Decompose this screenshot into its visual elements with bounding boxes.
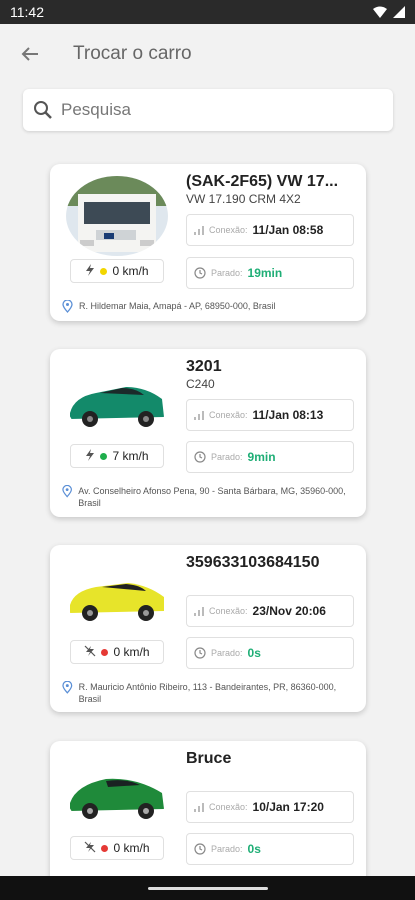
status-dot xyxy=(101,844,109,852)
stopped-info: Parado: 0s xyxy=(186,637,354,669)
home-gesture-bar[interactable] xyxy=(147,886,268,890)
connection-value: 10/Jan 17:20 xyxy=(252,800,324,814)
connection-label: Conexão: xyxy=(209,606,248,616)
vehicle-image xyxy=(66,557,168,637)
signal-bars-icon xyxy=(194,803,204,812)
status-dot xyxy=(100,267,108,275)
stopped-value: 0s xyxy=(247,646,261,660)
speed-value: 0 km/h xyxy=(113,841,150,855)
signal-icon xyxy=(393,6,405,18)
wifi-icon xyxy=(373,6,387,18)
stopped-value: 19min xyxy=(247,266,283,280)
green-porsche-picture xyxy=(66,753,168,833)
connection-value: 11/Jan 08:58 xyxy=(252,223,324,237)
vehicle-image xyxy=(66,176,168,256)
back-button[interactable] xyxy=(10,34,50,74)
signal-bars-icon xyxy=(194,607,204,616)
search-input[interactable] xyxy=(61,100,351,120)
signal-bars-icon xyxy=(194,226,204,235)
stopped-info: Parado: 0s xyxy=(186,833,354,865)
stopped-value: 0s xyxy=(247,842,261,856)
status-dot xyxy=(100,452,108,460)
stopped-info: Parado: 9min xyxy=(186,441,354,473)
speed-indicator: 7 km/h xyxy=(70,444,164,468)
status-icons xyxy=(373,6,405,18)
clock-icon xyxy=(194,843,206,855)
address-text: R. Mauricio Antônio Ribeiro, 113 - Bande… xyxy=(78,682,337,704)
connection-info: Conexão: 23/Nov 20:06 xyxy=(186,595,354,627)
address-text: R. Hildemar Maia, Amapá - AP, 68950-000,… xyxy=(79,301,276,311)
speed-indicator: 0 km/h xyxy=(70,640,164,664)
green-sedan-picture xyxy=(66,361,168,441)
connection-info: Conexão: 11/Jan 08:58 xyxy=(186,214,354,246)
signal-bars-icon xyxy=(194,411,204,420)
address: R. Mauricio Antônio Ribeiro, 113 - Bande… xyxy=(62,681,352,705)
location-pin-icon xyxy=(62,300,73,313)
system-nav-bar xyxy=(0,876,415,900)
stopped-label: Parado: xyxy=(211,648,243,658)
stopped-info: Parado: 19min xyxy=(186,257,354,289)
vehicle-name: 359633103684150 xyxy=(186,554,320,571)
stopped-label: Parado: xyxy=(211,452,243,462)
connection-info: Conexão: 11/Jan 08:13 xyxy=(186,399,354,431)
search-icon xyxy=(34,101,52,119)
speed-indicator: 0 km/h xyxy=(70,836,164,860)
status-dot xyxy=(101,648,109,656)
status-time: 11:42 xyxy=(10,4,44,20)
connection-value: 11/Jan 08:13 xyxy=(252,408,324,422)
connection-value: 23/Nov 20:06 xyxy=(252,604,326,618)
vehicle-name: (SAK-2F65) VW 17... xyxy=(186,173,339,190)
ignition-icon xyxy=(84,841,96,856)
vehicle-card[interactable]: 0 km/h 359633103684150 Conexão: 23/Nov 2… xyxy=(50,545,366,712)
clock-icon xyxy=(194,451,206,463)
address: R. Hildemar Maia, Amapá - AP, 68950-000,… xyxy=(62,300,352,313)
ignition-icon xyxy=(85,448,95,464)
speed-value: 0 km/h xyxy=(113,645,150,659)
truck-picture xyxy=(66,176,168,256)
clock-icon xyxy=(194,267,206,279)
page-title: Trocar o carro xyxy=(73,43,192,64)
connection-label: Conexão: xyxy=(209,802,248,812)
stopped-value: 9min xyxy=(247,450,276,464)
speed-indicator: 0 km/h xyxy=(70,259,164,283)
clock-icon xyxy=(194,647,206,659)
vehicle-name: 3201 xyxy=(186,358,222,375)
vehicle-name: Bruce xyxy=(186,750,232,767)
vehicle-model: C240 xyxy=(186,377,215,391)
vehicle-image xyxy=(66,361,168,441)
vehicle-card[interactable]: 0 km/h (SAK-2F65) VW 17... VW 17.190 CRM… xyxy=(50,164,366,321)
connection-label: Conexão: xyxy=(209,225,248,235)
vehicle-model: VW 17.190 CRM 4X2 xyxy=(186,192,301,206)
connection-label: Conexão: xyxy=(209,410,248,420)
stopped-label: Parado: xyxy=(211,268,243,278)
app-header: Trocar o carro xyxy=(0,24,415,84)
location-pin-icon xyxy=(62,485,72,498)
search-box[interactable] xyxy=(23,89,393,131)
ignition-icon xyxy=(85,263,95,279)
vehicle-card[interactable]: 7 km/h 3201 C240 Conexão: 11/Jan 08:13 P… xyxy=(50,349,366,517)
location-pin-icon xyxy=(62,681,73,694)
ignition-icon xyxy=(84,645,96,660)
address: Av. Conselheiro Afonso Pena, 90 - Santa … xyxy=(62,485,352,509)
speed-value: 0 km/h xyxy=(112,264,149,278)
status-bar: 11:42 xyxy=(0,0,415,24)
connection-info: Conexão: 10/Jan 17:20 xyxy=(186,791,354,823)
address-text: Av. Conselheiro Afonso Pena, 90 - Santa … xyxy=(78,486,346,508)
vehicle-card[interactable]: 0 km/h Bruce Conexão: 10/Jan 17:20 Parad… xyxy=(50,741,366,891)
arrow-left-icon xyxy=(21,47,38,61)
stopped-label: Parado: xyxy=(211,844,243,854)
vehicle-image xyxy=(66,753,168,833)
yellow-car-picture xyxy=(66,557,168,637)
speed-value: 7 km/h xyxy=(112,449,149,463)
